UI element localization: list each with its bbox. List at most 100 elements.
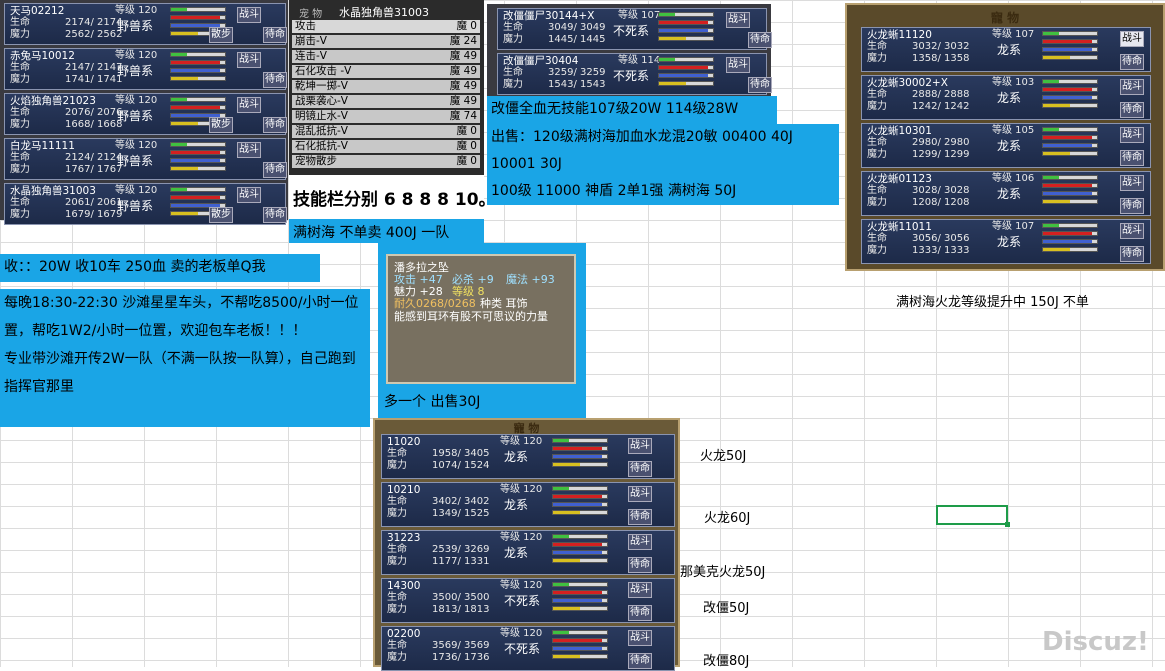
pet-row[interactable]: 天马02212 等级 120 生命 魔力 2174/ 2174 2562/ 2562 野兽系…: [4, 3, 287, 45]
sale-box: 出售：120级满树海加血水龙混20敏 00400 40J 10001 30J 1…: [487, 124, 839, 205]
battle-button[interactable]: 战斗: [1120, 31, 1144, 47]
pet-row[interactable]: 改僵僵尸30144+X 等级 107 生命 魔力 3049/ 3049 1445/ 144…: [497, 8, 772, 50]
standby-button[interactable]: 待命: [1120, 102, 1144, 118]
walk-button[interactable]: 散步: [209, 117, 233, 133]
pet-mp: 1445/ 1445: [548, 34, 606, 45]
standby-button[interactable]: 待命: [1120, 198, 1144, 214]
standby-button[interactable]: 待命: [628, 461, 652, 477]
skill-name: 石化攻击 -V: [295, 65, 352, 77]
battle-button[interactable]: 战斗: [237, 142, 261, 158]
battle-button[interactable]: 战斗: [1120, 79, 1144, 95]
skill-cost: 魔 0: [456, 20, 477, 32]
pet-row[interactable]: 火龙蜥11011 等级 107 生命 魔力 3056/ 3056 1333/ 1333 龙系…: [861, 219, 1151, 264]
fire-lizard-note: 满树海火龙等级提升中 150J 不单: [896, 295, 1089, 310]
pet-race: 野兽系: [117, 109, 154, 123]
battle-button[interactable]: 战斗: [726, 57, 750, 73]
standby-button[interactable]: 待命: [1120, 246, 1144, 262]
standby-button[interactable]: 待命: [263, 207, 287, 223]
battle-button[interactable]: 战斗: [628, 486, 652, 502]
stat-bar: [170, 76, 226, 81]
pet-bars: [1042, 175, 1098, 207]
walk-button[interactable]: 散步: [209, 207, 233, 223]
battle-button[interactable]: 战斗: [1120, 223, 1144, 239]
standby-button[interactable]: 待命: [1120, 150, 1144, 166]
standby-button[interactable]: 待命: [628, 605, 652, 621]
pet-race: 龙系: [997, 235, 1022, 249]
pet-hp: 3032/ 3032: [912, 41, 970, 52]
pet-name: 天马02212: [10, 5, 65, 17]
pet-row[interactable]: 02200 等级 120 生命 魔力 3569/ 3569 1736/ 1736 不死系 战斗…: [381, 626, 675, 671]
stat-bar: [170, 195, 226, 200]
pet-row[interactable]: 10210 等级 120 生命 魔力 3402/ 3402 1349/ 1525 龙系 战斗待…: [381, 482, 675, 527]
walk-button[interactable]: 散步: [209, 27, 233, 43]
skill-row[interactable]: 崩击-V 魔 24: [292, 35, 480, 48]
skill-row[interactable]: 石化攻击 -V 魔 49: [292, 65, 480, 78]
battle-button[interactable]: 战斗: [237, 97, 261, 113]
skill-row[interactable]: 宠物散步 魔 0: [292, 155, 480, 168]
pet-row[interactable]: 改僵僵尸30404 等级 114 生命 魔力 3259/ 3259 1543/ 1543 不…: [497, 53, 772, 95]
pet-bars: [552, 582, 608, 614]
skill-row[interactable]: 连击-V 魔 49: [292, 50, 480, 63]
standby-button[interactable]: 待命: [628, 509, 652, 525]
pet-row[interactable]: 31223 等级 120 生命 魔力 2539/ 3269 1177/ 1331 龙系 战斗待…: [381, 530, 675, 575]
skill-row[interactable]: 混乱抵抗-V 魔 0: [292, 125, 480, 138]
pet-name: 10210: [387, 484, 421, 496]
battle-button[interactable]: 战斗: [1120, 127, 1144, 143]
standby-button[interactable]: 待命: [263, 162, 287, 178]
selected-cell[interactable]: [936, 505, 1010, 527]
skill-row[interactable]: 石化抵抗-V 魔 0: [292, 140, 480, 153]
pet-level: 等级 120: [115, 95, 158, 106]
pet-row[interactable]: 水晶独角兽31003 等级 120 生命 魔力 2061/ 2061 1679/ 1679…: [4, 183, 287, 225]
standby-button[interactable]: 待命: [748, 77, 772, 93]
hp-label: 生命: [867, 233, 887, 244]
standby-button[interactable]: 待命: [263, 72, 287, 88]
battle-button[interactable]: 战斗: [237, 52, 261, 68]
pet-panel-beasts: 天马02212 等级 120 生命 魔力 2174/ 2174 2562/ 2562 野兽系…: [0, 0, 288, 225]
battle-button[interactable]: 战斗: [1120, 175, 1144, 191]
stat-bar: [1042, 79, 1098, 84]
pet-row[interactable]: 11020 等级 120 生命 魔力 1958/ 3405 1074/ 1524 龙系 战斗待…: [381, 434, 675, 479]
item-note: 多一个 出售30J: [384, 394, 481, 410]
battle-button[interactable]: 战斗: [628, 534, 652, 550]
pet-row[interactable]: 火龙蜥11120 等级 107 生命 魔力 3032/ 3032 1358/ 1358 龙系…: [861, 27, 1151, 72]
stat-bar: [658, 81, 714, 86]
battle-button[interactable]: 战斗: [237, 187, 261, 203]
battle-button[interactable]: 战斗: [237, 7, 261, 23]
standby-button[interactable]: 待命: [1120, 54, 1144, 70]
pet-bars: [552, 438, 608, 470]
item-tooltip: 潘多拉之坠 攻击 +47 必杀 +9 魔法 +93 魅力 +28 等级 8 耐久…: [386, 254, 576, 384]
hp-label: 生命: [10, 62, 30, 73]
hp-label: 生命: [387, 496, 407, 507]
pet-row[interactable]: 火龙蜥10301 等级 105 生命 魔力 2980/ 2980 1299/ 1299 龙系…: [861, 123, 1151, 168]
skill-row[interactable]: 乾坤一掷-V 魔 49: [292, 80, 480, 93]
pet-level: 等级 105: [992, 125, 1035, 136]
pet-row[interactable]: 赤兔马10012 等级 120 生命 魔力 2147/ 2147 1741/ 1741 野兽…: [4, 48, 287, 90]
battle-button[interactable]: 战斗: [628, 630, 652, 646]
pet-level: 等级 120: [500, 580, 543, 591]
pet-level: 等级 107: [618, 10, 661, 21]
standby-button[interactable]: 待命: [263, 27, 287, 43]
skill-row[interactable]: 明镜止水-V 魔 74: [292, 110, 480, 123]
pet-row[interactable]: 火焰独角兽21023 等级 120 生命 魔力 2076/ 2076 1668/ 1668…: [4, 93, 287, 135]
battle-button[interactable]: 战斗: [628, 438, 652, 454]
pet-row[interactable]: 火龙蜥01123 等级 106 生命 魔力 3028/ 3028 1208/ 1208 龙系…: [861, 171, 1151, 216]
skill-name: 攻击: [295, 20, 316, 32]
standby-button[interactable]: 待命: [628, 557, 652, 573]
standby-button[interactable]: 待命: [748, 32, 772, 48]
hp-label: 生命: [387, 592, 407, 603]
battle-button[interactable]: 战斗: [726, 12, 750, 28]
pet-row[interactable]: 14300 等级 120 生命 魔力 3500/ 3500 1813/ 1813 不死系 战斗…: [381, 578, 675, 623]
price-label: 改僵50J: [703, 601, 750, 616]
pet-row[interactable]: 火龙蜥30002+X 等级 103 生命 魔力 2888/ 2888 1242/ 1242…: [861, 75, 1151, 120]
item-type: 种类 耳饰: [480, 297, 528, 310]
pet-race: 野兽系: [117, 64, 154, 78]
skill-row[interactable]: 战栗袭心-V 魔 49: [292, 95, 480, 108]
panel-d-header: 寵 物: [990, 11, 1020, 25]
standby-button[interactable]: 待命: [263, 117, 287, 133]
battle-button[interactable]: 战斗: [628, 582, 652, 598]
skill-row[interactable]: 攻击 魔 0: [292, 20, 480, 33]
pet-level: 等级 107: [992, 29, 1035, 40]
pet-row[interactable]: 白龙马11111 等级 120 生命 魔力 2124/ 2124 1767/ 1767 野兽…: [4, 138, 287, 180]
skill-cost: 魔 49: [449, 50, 477, 62]
stat-bar: [552, 582, 608, 587]
